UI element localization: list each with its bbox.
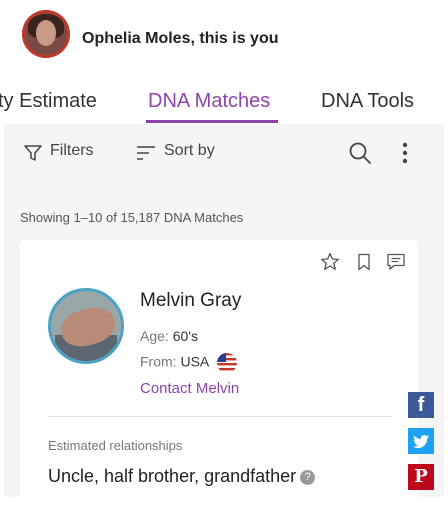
relationship-value: Uncle, half brother, grandfather? bbox=[48, 466, 316, 487]
pinterest-glyph: P bbox=[414, 466, 428, 487]
age-label: Age: bbox=[140, 328, 173, 344]
from-label: From: bbox=[140, 353, 181, 370]
notes-icon[interactable] bbox=[386, 252, 406, 272]
pinterest-share-icon[interactable]: P bbox=[408, 464, 434, 490]
help-icon[interactable]: ? bbox=[300, 469, 316, 485]
star-icon[interactable] bbox=[320, 252, 340, 272]
twitter-bird-icon bbox=[413, 435, 429, 449]
match-card[interactable]: Melvin Gray Age: 60's From: USA Contact … bbox=[20, 240, 418, 510]
match-avatar[interactable] bbox=[48, 288, 124, 364]
search-icon[interactable] bbox=[348, 141, 372, 165]
tab-dna-matches[interactable]: DNA Matches bbox=[148, 90, 270, 113]
match-origin: From: USA bbox=[140, 352, 238, 374]
sort-icon[interactable] bbox=[136, 144, 156, 162]
from-value: USA bbox=[180, 353, 209, 370]
facebook-glyph: f bbox=[417, 394, 425, 416]
user-avatar[interactable] bbox=[22, 10, 70, 58]
card-divider bbox=[48, 416, 392, 417]
filter-icon[interactable] bbox=[24, 144, 42, 162]
match-name[interactable]: Melvin Gray bbox=[140, 290, 241, 312]
usa-flag-icon bbox=[217, 353, 238, 373]
tab-bar: ty Estimate DNA Matches DNA Tools bbox=[0, 84, 448, 124]
tab-dna-tools[interactable]: DNA Tools bbox=[321, 90, 414, 113]
sort-by-button[interactable]: Sort by bbox=[164, 142, 215, 160]
relationship-text: Uncle, half brother, grandfather bbox=[48, 466, 297, 486]
profile-header: Ophelia Moles, this is you bbox=[0, 0, 448, 70]
relationship-label: Estimated relationships bbox=[48, 438, 183, 453]
contact-match-link[interactable]: Contact Melvin bbox=[140, 380, 239, 397]
tab-ethnicity-estimate[interactable]: ty Estimate bbox=[0, 90, 97, 113]
bookmark-icon[interactable] bbox=[356, 253, 372, 271]
active-tab-indicator bbox=[146, 120, 278, 123]
facebook-share-icon[interactable]: f bbox=[408, 392, 434, 418]
age-value: 60's bbox=[172, 328, 198, 344]
profile-title: Ophelia Moles, this is you bbox=[82, 30, 279, 47]
filters-button[interactable]: Filters bbox=[50, 142, 94, 160]
match-age: Age: 60's bbox=[140, 328, 198, 344]
results-count: Showing 1–10 of 15,187 DNA Matches bbox=[20, 210, 244, 225]
matches-panel: Filters Sort by Showing 1–10 of 15,187 D… bbox=[4, 124, 444, 510]
twitter-share-icon[interactable] bbox=[408, 428, 434, 454]
more-options-icon[interactable] bbox=[401, 141, 409, 165]
